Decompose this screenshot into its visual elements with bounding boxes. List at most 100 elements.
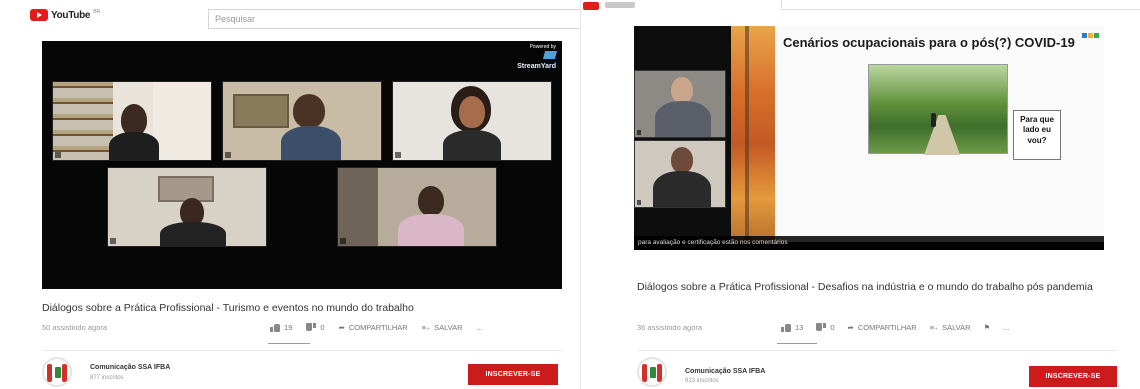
streamyard-label: StreamYard [517, 63, 556, 70]
participant-name-bar [637, 130, 641, 135]
participant-body [398, 214, 464, 246]
participant-name [110, 238, 116, 244]
participant-head [293, 94, 325, 128]
like-ratio-bar [268, 343, 310, 344]
autumn-trees-image [731, 26, 775, 242]
video-player[interactable]: Cenários ocupacionais para o pós(?) COVI… [634, 26, 1104, 250]
powered-by-label: Powered by [529, 44, 556, 50]
slide-title: Cenários ocupacionais para o pós(?) COVI… [783, 35, 1075, 50]
wall-picture [158, 176, 214, 202]
avatar-mark-right [657, 364, 662, 382]
thumbs-up-icon [781, 323, 791, 332]
channel-name[interactable]: Comunicação SSA IFBA [685, 368, 765, 375]
save-button[interactable]: ≡₊ SALVAR [422, 323, 463, 332]
wall [153, 82, 211, 160]
add-to-playlist-icon: ≡₊ [421, 323, 431, 332]
channel-avatar[interactable] [637, 357, 667, 387]
like-count: 13 [795, 323, 804, 332]
streamyard-brand: Powered by StreamYard [517, 44, 558, 71]
video-title: Diálogos sobre a Prática Profissional - … [42, 302, 414, 314]
share-button[interactable]: ➦ COMPARTILHAR [339, 323, 408, 332]
dislike-count: 0 [320, 323, 325, 332]
participant-tile [107, 167, 267, 247]
separator [637, 350, 1117, 351]
subscribe-button[interactable]: INSCREVER-SE [468, 364, 558, 385]
avatar-mark-left [642, 364, 647, 382]
thumbs-down-icon [816, 323, 826, 332]
more-icon: ... [476, 323, 483, 332]
participant-name [55, 152, 61, 158]
search-input[interactable] [781, 0, 1140, 10]
participant-name [395, 152, 401, 158]
participant-tile [222, 81, 382, 161]
participant-head [459, 96, 485, 128]
share-label: COMPARTILHAR [348, 323, 408, 332]
subscribe-button[interactable]: INSCREVER-SE [1029, 366, 1117, 387]
channel-name[interactable]: Comunicação SSA IFBA [90, 364, 170, 371]
avatar-mark-left [47, 364, 52, 382]
youtube-play-icon [30, 9, 48, 21]
corner-logo-icon [1082, 28, 1100, 38]
doorway [338, 168, 378, 246]
top-bar: YouTube BR Pesquisar [0, 0, 580, 30]
video-actions: 19 0 ➦ COMPARTILHAR ≡₊ SALVAR ... [270, 323, 483, 332]
like-button[interactable]: 13 [781, 323, 803, 332]
dislike-button[interactable]: 0 [306, 323, 324, 332]
participant-head [671, 77, 693, 103]
participant-tile [392, 81, 552, 161]
channel-avatar[interactable] [42, 357, 72, 387]
youtube-wordmark [605, 2, 635, 8]
lower-third-caption: para avaliação e certificação estão nos … [634, 236, 1104, 250]
participant-body [653, 171, 711, 207]
presentation-slide: Cenários ocupacionais para o pós(?) COVI… [731, 26, 1104, 242]
participant-body [160, 222, 226, 246]
top-bar [581, 0, 1140, 12]
avatar-mark-center [55, 367, 61, 378]
save-button[interactable]: ≡₊ SALVAR [930, 323, 971, 332]
thumbs-up-icon [270, 323, 280, 332]
interpreter-cam [634, 140, 726, 208]
participant-tile [337, 167, 497, 247]
subscriber-count: 913 inscritos [685, 378, 719, 384]
avatar-mark-center [650, 367, 656, 378]
participant-name [225, 152, 231, 158]
add-to-playlist-icon: ≡₊ [929, 323, 939, 332]
participant-head [671, 147, 693, 173]
right-screenshot-panel: Cenários ocupacionais para o pós(?) COVI… [580, 0, 1140, 389]
avatar-mark-right [62, 364, 67, 382]
save-label: SALVAR [942, 323, 971, 332]
participant-body [655, 101, 711, 137]
thumbs-down-icon [306, 323, 316, 332]
participant-body [443, 130, 501, 160]
participant-body [281, 126, 341, 160]
like-ratio-bar [777, 343, 817, 344]
share-icon: ➦ [847, 323, 854, 332]
view-count: 50 assistindo agora [42, 323, 108, 332]
more-actions-button[interactable]: ... [477, 323, 483, 332]
more-actions-button[interactable]: ... [1003, 323, 1009, 332]
view-count: 36 assistindo agora [637, 323, 703, 332]
search-input[interactable]: Pesquisar [208, 9, 580, 29]
left-screenshot-panel: YouTube BR Pesquisar Powered by StreamYa… [0, 0, 580, 389]
participant-name-bar [637, 200, 641, 205]
like-button[interactable]: 19 [270, 323, 292, 332]
participant-name [340, 238, 346, 244]
video-actions: 13 0 ➦ COMPARTILHAR ≡₊ SALVAR ⚑ ... [781, 323, 1010, 332]
participant-tile [52, 81, 212, 161]
bookshelf [53, 82, 113, 160]
youtube-logo[interactable]: YouTube BR [30, 9, 100, 21]
subscriber-count: 877 inscritos [90, 375, 124, 381]
youtube-play-icon[interactable] [583, 2, 599, 10]
youtube-wordmark: YouTube [51, 9, 91, 21]
report-button[interactable]: ⚑ [984, 323, 991, 332]
participant-head [418, 186, 444, 216]
share-button[interactable]: ➦ COMPARTILHAR [848, 323, 917, 332]
share-label: COMPARTILHAR [857, 323, 917, 332]
dislike-button[interactable]: 0 [816, 323, 834, 332]
video-player[interactable]: Powered by StreamYard [42, 41, 562, 289]
save-label: SALVAR [434, 323, 463, 332]
more-icon: ... [1003, 323, 1010, 332]
flag-icon: ⚑ [983, 323, 991, 332]
park-path-image [868, 64, 1008, 154]
participant-cam [634, 70, 726, 138]
